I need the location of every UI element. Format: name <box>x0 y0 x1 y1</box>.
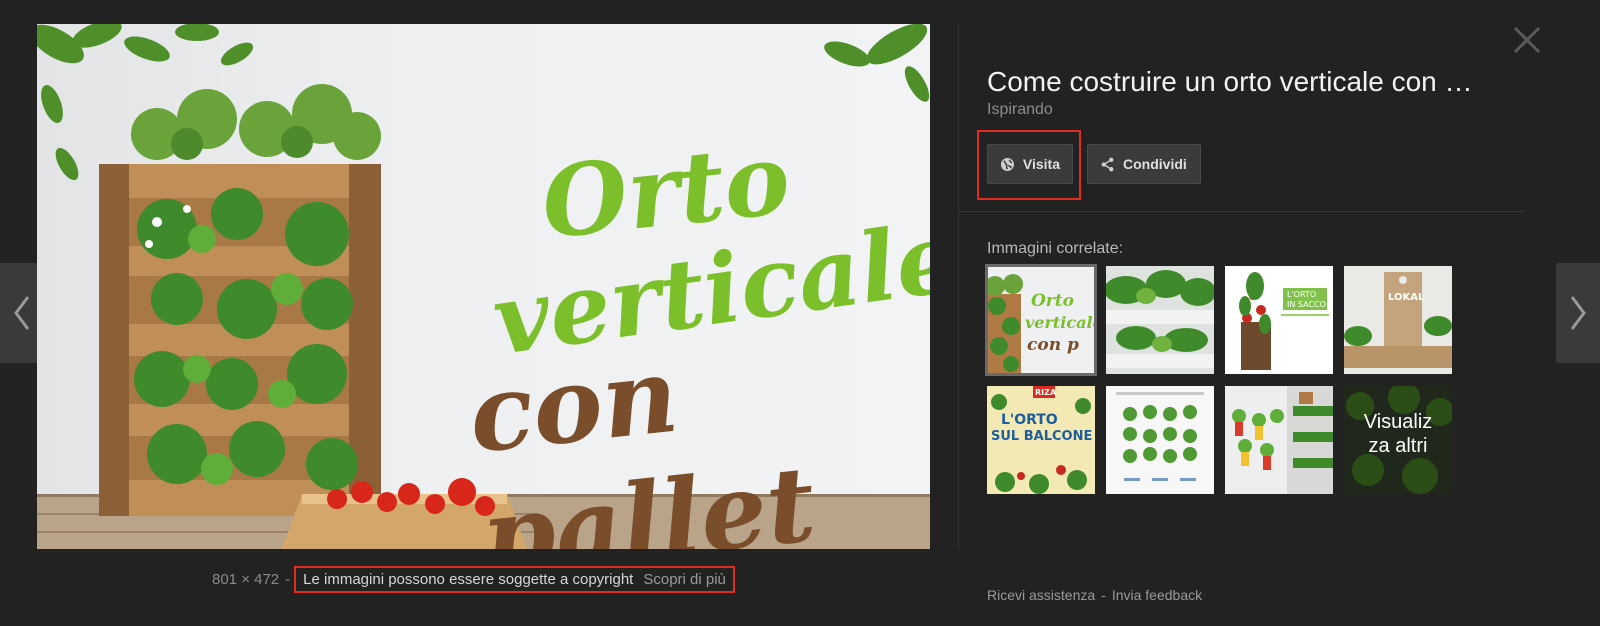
copyright-notice-highlight: Le immagini possono essere soggette a co… <box>294 565 735 593</box>
thumb-text-verticale: verticale <box>1025 313 1095 332</box>
thumb-text-orto: Orto <box>1031 291 1074 311</box>
image-caption: 801 × 472 - Le immagini possono essere s… <box>212 565 735 593</box>
thumb-text-riza: RIZA <box>1035 388 1057 397</box>
thumb-image <box>1106 266 1214 374</box>
thumb-text-lokal: LOKAL <box>1388 292 1425 303</box>
share-label: Condividi <box>1123 156 1187 172</box>
thumb-text-lorto-balcone: L'ORTO <box>1001 412 1058 428</box>
related-thumb-vertical-planters[interactable] <box>1106 386 1214 494</box>
chevron-right-icon <box>1570 296 1586 330</box>
visit-label: Visita <box>1022 156 1060 172</box>
thumb-text-lorto: L'ORTO <box>1287 290 1316 299</box>
globe-icon <box>1000 157 1014 171</box>
related-thumb-bottle-garden[interactable] <box>1225 386 1333 494</box>
thumb-image: RIZA L'ORTO SUL BALCONE <box>987 386 1095 494</box>
thumb-image: LOKAL <box>1344 266 1452 374</box>
share-button[interactable]: Condividi <box>1087 144 1201 184</box>
thumb-text-con: con p <box>1027 335 1079 355</box>
view-more-line-1: Visualiz <box>1363 411 1433 433</box>
footer-separator: - <box>1101 587 1106 603</box>
source-domain[interactable]: Ispirando <box>987 101 1053 119</box>
copyright-notice: Le immagini possono essere soggette a co… <box>303 570 634 588</box>
image-dimensions: 801 × 472 <box>212 570 280 588</box>
thumb-image <box>1225 386 1333 494</box>
panel-separator <box>959 211 1524 212</box>
main-image[interactable]: Orto verticale con pallet <box>37 24 930 549</box>
panel-divider <box>958 24 959 549</box>
share-icon <box>1101 157 1114 171</box>
related-thumb-orto-in-sacco[interactable]: L'ORTO IN SACCO <box>1225 266 1333 374</box>
view-more-line-2: za altri <box>1368 435 1428 457</box>
visit-button[interactable]: Visita <box>987 144 1073 184</box>
related-images-heading: Immagini correlate: <box>987 240 1124 257</box>
help-link[interactable]: Ricevi assistenza <box>987 587 1095 603</box>
panel-footer: Ricevi assistenza - Invia feedback <box>987 587 1202 603</box>
thumb-text-sul-balcone: SUL BALCONE <box>991 429 1092 444</box>
chevron-left-icon <box>14 296 30 330</box>
related-thumb-orto-verticale[interactable]: Orto verticale con p <box>985 264 1097 376</box>
close-button[interactable] <box>1507 20 1547 60</box>
related-thumb-orto-sul-balcone[interactable]: RIZA L'ORTO SUL BALCONE <box>987 386 1095 494</box>
caption-separator: - <box>285 570 291 588</box>
page-title[interactable]: Come costruire un orto verticale con … <box>987 66 1507 98</box>
learn-more-link[interactable]: Scopri di più <box>643 571 726 588</box>
close-icon <box>1513 26 1541 54</box>
view-more-label: Visualiz za altri <box>1344 410 1452 458</box>
related-thumb-more[interactable]: Visualiz za altri <box>1344 386 1452 494</box>
thumb-image <box>1106 386 1214 494</box>
thumb-image: L'ORTO IN SACCO <box>1225 266 1333 374</box>
thumb-text-in-sacco: IN SACCO <box>1287 300 1326 309</box>
feedback-link[interactable]: Invia feedback <box>1112 587 1202 603</box>
thumb-image: Orto verticale con p <box>987 266 1095 374</box>
next-image-button[interactable] <box>1556 263 1600 363</box>
related-thumb-plants-shelf[interactable] <box>1106 266 1214 374</box>
related-thumb-lokal[interactable]: LOKAL <box>1344 266 1452 374</box>
